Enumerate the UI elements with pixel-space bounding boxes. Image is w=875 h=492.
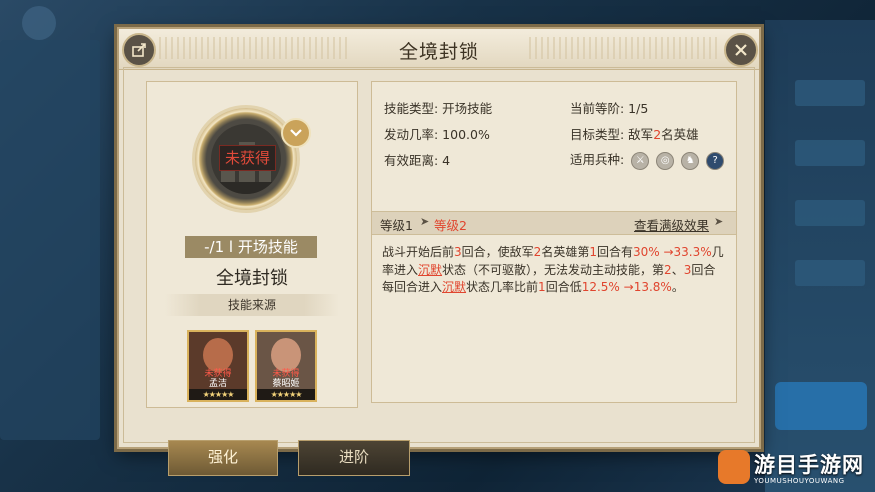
level-to: 等级2: [434, 218, 467, 233]
dialog-title-bar: 全境封锁: [119, 29, 759, 70]
troop-types-label: 适用兵种:: [570, 152, 625, 167]
horse-icon: ♞: [681, 151, 700, 170]
background-panel: [0, 40, 100, 440]
watermark-text: 游目手游网: [754, 453, 864, 477]
skill-type: 技能类型: 开场技能: [384, 101, 493, 116]
hero-name: 蔡昭姬: [272, 379, 300, 389]
tab-advance[interactable]: 进阶: [298, 440, 410, 476]
tab-strengthen[interactable]: 强化: [168, 440, 278, 476]
level-from: 等级1: [380, 218, 413, 233]
hero-stars: ★★★★★: [189, 389, 247, 400]
question-icon[interactable]: ?: [706, 151, 725, 170]
close-icon: [735, 44, 747, 56]
skill-level-tag: -/1 l 开场技能: [185, 236, 317, 258]
target-icon: ◎: [656, 151, 675, 170]
watermark: 游目手游网 YOUMUSHOUYOUWANG: [718, 446, 875, 492]
current-tier: 当前等阶: 1/5: [570, 101, 649, 116]
dialog-title: 全境封锁: [398, 41, 479, 63]
share-icon: [132, 43, 146, 57]
watermark-logo-icon: [718, 450, 750, 484]
skill-description: 战斗开始后前3回合，使敌军2名英雄第1回合有30% →33.3%几率进入沉默状态…: [382, 245, 724, 294]
hero-card[interactable]: 未获得 蔡昭姬 ★★★★★: [255, 330, 317, 402]
target-type-suffix: 名英雄: [661, 127, 699, 142]
skill-emblem: 未获得: [195, 108, 297, 210]
troop-types: 适用兵种: ⚔ ◎ ♞ ?: [570, 149, 725, 170]
skill-source-label: 技能来源: [165, 294, 339, 316]
hero-stars: ★★★★★: [257, 389, 315, 400]
background-menu-icon: [22, 6, 56, 40]
level-progress-bar: 等级1 ➤ 等级2 查看满级效果 ➤: [372, 211, 736, 235]
arrow-right-icon: ➤: [420, 215, 430, 228]
share-button[interactable]: [122, 33, 156, 67]
target-type: 目标类型: 敌军2名英雄: [570, 124, 699, 143]
watermark-subtext: YOUMUSHOUYOUWANG: [754, 477, 845, 485]
sword-icon: ⚔: [631, 151, 650, 170]
chevron-down-icon: [290, 129, 302, 137]
background-blue-button: [775, 382, 867, 430]
hero-card[interactable]: 未获得 孟洁 ★★★★★: [187, 330, 249, 402]
hero-name: 孟洁: [208, 379, 227, 389]
target-count: 2: [653, 127, 662, 142]
close-button[interactable]: [724, 33, 758, 67]
skill-status-badge: 未获得: [219, 145, 276, 171]
skill-detail-card: 技能类型: 开场技能 当前等阶: 1/5 发动几率: 100.0% 目标类型: …: [371, 81, 737, 403]
effective-range: 有效距离: 4: [384, 153, 451, 168]
skill-dialog: 全境封锁 未获得 -/1 l 开场技能 全境封锁 技能来源 未获得 孟洁 ★★★…: [117, 27, 761, 449]
trigger-rate: 发动几率: 100.0%: [384, 127, 490, 142]
target-type-prefix: 目标类型: 敌军: [570, 127, 654, 142]
skill-summary-card: 未获得 -/1 l 开场技能 全境封锁 技能来源 未获得 孟洁 ★★★★★ 未获…: [146, 81, 358, 408]
expand-button[interactable]: [281, 118, 311, 148]
arrow-right-icon: ➤: [714, 215, 724, 228]
view-max-level-link[interactable]: 查看满级效果: [634, 215, 709, 234]
skill-name: 全境封锁: [216, 268, 288, 289]
